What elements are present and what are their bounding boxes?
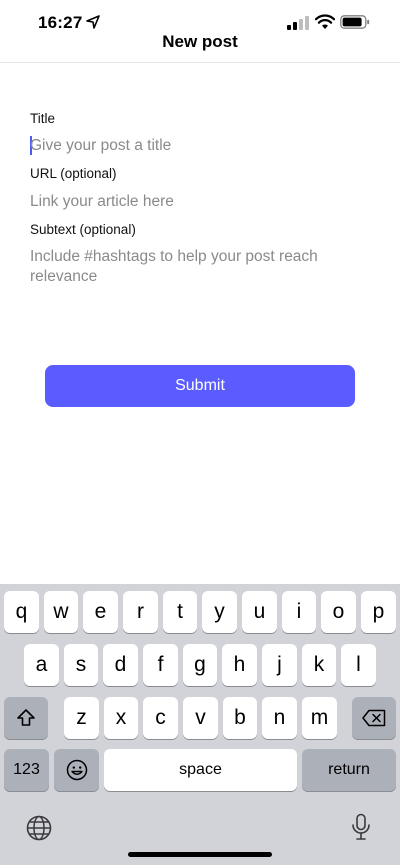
- key-u[interactable]: u: [242, 591, 277, 633]
- home-indicator: [128, 852, 272, 857]
- key-q[interactable]: q: [4, 591, 39, 633]
- key-v[interactable]: v: [183, 697, 218, 739]
- key-s[interactable]: s: [64, 644, 98, 686]
- key-n[interactable]: n: [262, 697, 297, 739]
- key-p[interactable]: p: [361, 591, 396, 633]
- numbers-key[interactable]: 123: [4, 749, 49, 791]
- key-f[interactable]: f: [143, 644, 178, 686]
- key-z[interactable]: z: [64, 697, 99, 739]
- shift-key[interactable]: [4, 697, 48, 739]
- key-h[interactable]: h: [222, 644, 257, 686]
- key-e[interactable]: e: [83, 591, 118, 633]
- globe-icon[interactable]: [26, 815, 52, 841]
- emoji-icon: [66, 759, 87, 781]
- key-a[interactable]: a: [24, 644, 59, 686]
- url-label: URL (optional): [30, 166, 117, 181]
- space-key[interactable]: space: [104, 749, 297, 791]
- key-i[interactable]: i: [282, 591, 316, 633]
- subtext-label: Subtext (optional): [30, 222, 136, 237]
- key-g[interactable]: g: [183, 644, 217, 686]
- return-key[interactable]: return: [302, 749, 396, 791]
- key-w[interactable]: w: [44, 591, 78, 633]
- key-t[interactable]: t: [163, 591, 197, 633]
- wifi-icon: [315, 14, 335, 29]
- keyboard: q w e r t y u i o p a s d f g h j k l z …: [0, 584, 400, 865]
- shift-icon: [17, 709, 35, 726]
- backspace-icon: [362, 709, 386, 727]
- key-c[interactable]: c: [143, 697, 178, 739]
- key-l[interactable]: l: [341, 644, 376, 686]
- key-y[interactable]: y: [202, 591, 237, 633]
- title-label: Title: [30, 111, 56, 126]
- key-b[interactable]: b: [223, 697, 257, 739]
- location-arrow-icon: [86, 15, 100, 29]
- backspace-key[interactable]: [352, 697, 396, 739]
- microphone-icon[interactable]: [350, 813, 372, 841]
- key-m[interactable]: m: [302, 697, 337, 739]
- status-time: 16:27: [38, 13, 83, 32]
- key-k[interactable]: k: [302, 644, 336, 686]
- battery-icon: [340, 15, 370, 29]
- emoji-key[interactable]: [54, 749, 99, 791]
- key-j[interactable]: j: [262, 644, 297, 686]
- header-divider: [0, 62, 400, 63]
- title-input[interactable]: Give your post a title: [30, 136, 370, 156]
- subtext-input[interactable]: Include #hashtags to help your post reac…: [30, 247, 330, 287]
- page-title: New post: [162, 32, 238, 51]
- key-r[interactable]: r: [123, 591, 158, 633]
- key-x[interactable]: x: [104, 697, 138, 739]
- cellular-signal-icon: [287, 16, 309, 30]
- key-o[interactable]: o: [321, 591, 356, 633]
- url-input[interactable]: Link your article here: [30, 192, 370, 212]
- submit-button[interactable]: Submit: [45, 365, 355, 407]
- key-d[interactable]: d: [103, 644, 138, 686]
